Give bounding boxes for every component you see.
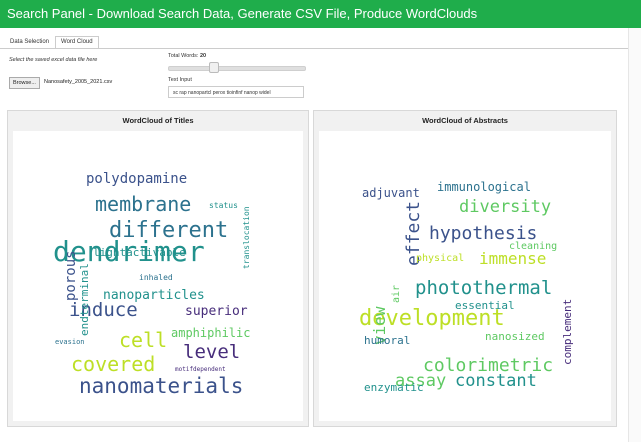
wordcloud-word-status: status bbox=[209, 201, 238, 210]
panel-title-abstracts: WordCloud of Abstracts bbox=[422, 116, 508, 125]
wordcloud-word-different: different bbox=[109, 218, 228, 243]
file-input-label: Select the saved excel data file here bbox=[9, 57, 98, 63]
tab-divider bbox=[0, 48, 641, 49]
wordcloud-word-superior: superior bbox=[185, 304, 248, 319]
wordcloud-titles-panel: WordCloud of Titles dendrimer nanomateria… bbox=[7, 110, 309, 427]
wordcloud-word-nanomaterials: nanomaterials bbox=[79, 374, 243, 398]
wordcloud-word-cell: cell bbox=[119, 328, 167, 352]
wordcloud-titles-image: dendrimernanomaterialsdifferentmembranei… bbox=[53, 171, 251, 398]
file-name-field[interactable]: Nanosafety_2005_2021.csv bbox=[44, 77, 144, 87]
text-input-field[interactable]: sc rap nanopartcl perox tioinfinf nanop … bbox=[168, 86, 304, 98]
slider-handle[interactable] bbox=[209, 62, 220, 73]
app-title: Search Panel - Download Search Data, Gen… bbox=[7, 6, 478, 21]
wordcloud-word-porous: porous bbox=[63, 250, 79, 301]
wordcloud-word-physical: physical bbox=[416, 253, 464, 264]
wordcloud-word-covered: covered bbox=[71, 352, 155, 376]
wordcloud-word-adjuvant: adjuvant bbox=[362, 186, 420, 200]
total-words-caption: Total Words: bbox=[168, 53, 199, 59]
wordcloud-titles-canvas: dendrimer nanomaterials different membrane i… bbox=[13, 131, 303, 421]
browse-button[interactable]: Browse... bbox=[9, 77, 40, 89]
wordcloud-word-complement: complement bbox=[561, 299, 574, 365]
app-header: Search Panel - Download Search Data, Gen… bbox=[0, 0, 641, 28]
wordcloud-word-inhaled: inhaled bbox=[139, 273, 173, 282]
total-words-slider[interactable] bbox=[168, 66, 306, 71]
wordcloud-word-humoral: humoral bbox=[364, 334, 410, 347]
wordcloud-word-air: air bbox=[391, 285, 402, 303]
panel-title-titles: WordCloud of Titles bbox=[122, 116, 194, 125]
wordcloud-word-diversity: diversity bbox=[459, 197, 551, 217]
wordcloud-word-membrane: membrane bbox=[95, 192, 191, 216]
total-words-label: Total Words: 20 bbox=[168, 53, 206, 59]
wordcloud-word-cleaning: cleaning bbox=[509, 241, 557, 252]
wordcloud-word-amphiphilic: amphiphilic bbox=[171, 326, 250, 340]
wordcloud-word-nanoparticles: nanoparticles bbox=[103, 288, 205, 303]
wordcloud-word-enzymatic: enzymatic bbox=[364, 381, 424, 394]
total-words-value: 20 bbox=[200, 53, 207, 59]
wordcloud-word-nanosized: nanosized bbox=[485, 330, 545, 343]
wordcloud-abstracts-image: developmentphotothermalhypothesisdiversi… bbox=[359, 180, 574, 394]
wordcloud-abstracts-canvas: development photothermal hypothesis diversi… bbox=[319, 131, 611, 421]
wordcloud-word-endterminal: endterminal bbox=[78, 263, 91, 336]
wordcloud-word-translocation: translocation bbox=[242, 206, 251, 269]
wordcloud-word-evasion: evasion bbox=[55, 338, 85, 346]
wordcloud-word-level: level bbox=[183, 341, 240, 363]
page-scrollbar[interactable] bbox=[628, 28, 641, 442]
wordcloud-word-polydopamine: polydopamine bbox=[86, 171, 187, 187]
wordcloud-word-motifdependent: motifdependent bbox=[175, 366, 226, 373]
wordcloud-word-photothermal: photothermal bbox=[415, 277, 552, 299]
wordcloud-word-immunological: immunological bbox=[437, 180, 531, 194]
wordcloud-word-lightactivable: lightactivable bbox=[93, 246, 186, 259]
wordcloud-word-essential: essential bbox=[455, 299, 515, 312]
wordcloud-abstracts-panel: WordCloud of Abstracts development photot… bbox=[313, 110, 617, 427]
text-input-label: Text Input bbox=[168, 77, 192, 83]
wordcloud-word-constant: constant bbox=[455, 371, 537, 391]
